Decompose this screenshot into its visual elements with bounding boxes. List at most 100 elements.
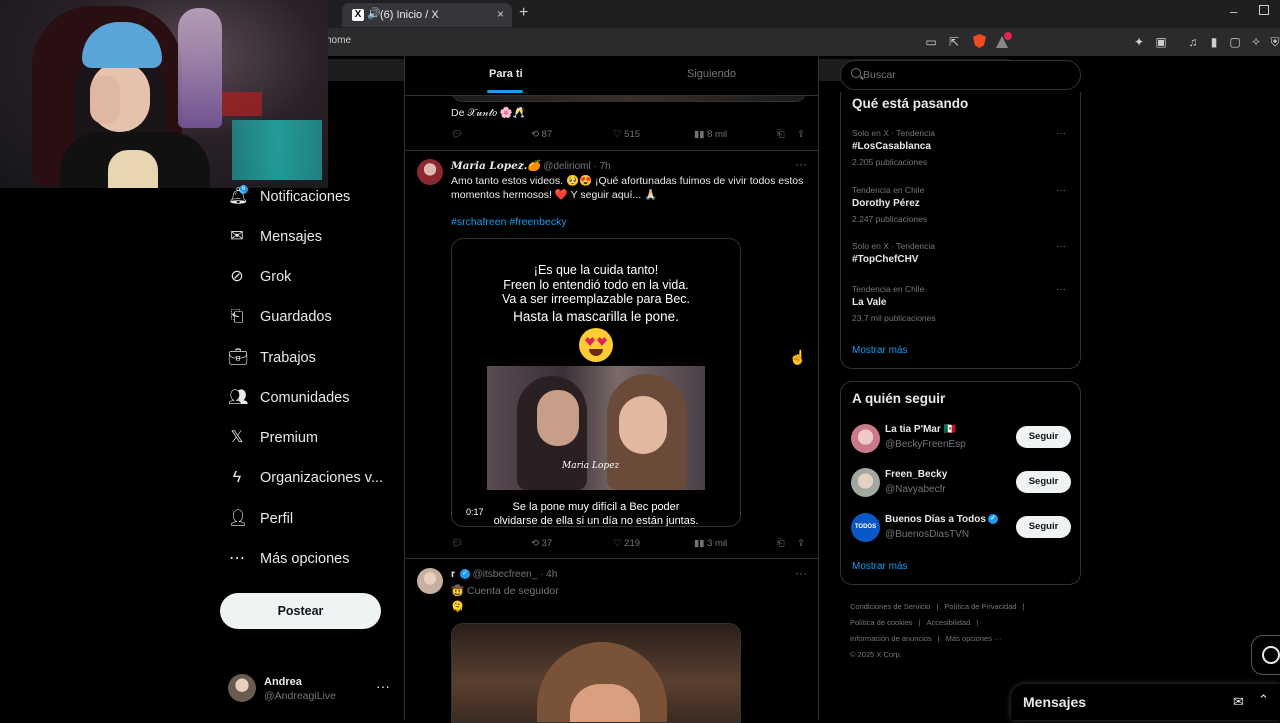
like-button[interactable]: ♡ 219 — [613, 538, 640, 549]
tab-title: (6) Inicio / X — [380, 9, 439, 21]
sidebar-item-premium[interactable]: 𝕏 Premium — [228, 424, 318, 452]
sidebar-item-grok[interactable]: ⊘ Grok — [228, 263, 291, 291]
extensions-icon[interactable]: ✦ — [1132, 35, 1146, 49]
follow-name[interactable]: La tia P'Mar 🇲🇽 — [885, 424, 956, 435]
post-more-icon[interactable]: ··· — [795, 157, 807, 171]
minimize-window-button[interactable]: – — [1230, 4, 1237, 19]
avatar[interactable] — [851, 468, 880, 497]
close-tab-icon[interactable]: × — [497, 7, 504, 21]
follow-name[interactable]: Freen_Becky — [885, 469, 947, 480]
bell-icon: 🔔︎ — [228, 188, 249, 205]
avatar[interactable]: TODOS — [851, 513, 880, 542]
footer-separator: | — [976, 618, 979, 627]
like-button[interactable]: ♡ 515 — [613, 129, 640, 140]
sidebar-item-mensajes[interactable]: ✉ Mensajes — [228, 223, 322, 251]
trend-more-icon[interactable]: ··· — [1056, 185, 1066, 196]
tab-para-ti[interactable]: Para ti — [489, 68, 523, 80]
trend-meta: Solo en X · Tendencia — [852, 241, 936, 251]
trend-name[interactable]: La Vale — [852, 297, 886, 308]
trend-meta: Tendencia en Chile — [852, 284, 925, 294]
post-image[interactable] — [451, 623, 741, 723]
speaker-icon[interactable]: 🔊 — [367, 7, 381, 20]
share-icon[interactable]: ⇪ — [797, 129, 805, 140]
screenshot-icon[interactable]: ▣ — [1154, 35, 1168, 49]
browser-tab[interactable]: X 🔊 (6) Inicio / X × — [342, 3, 512, 27]
sidebar-icon[interactable]: ▮ — [1207, 35, 1221, 49]
post-meta[interactable]: @delirioml · 7h — [543, 161, 610, 172]
post-button[interactable]: Postear — [220, 593, 381, 629]
new-tab-button[interactable]: + — [519, 4, 528, 22]
sidebar-item-comunidades[interactable]: 👥︎ Comunidades — [228, 384, 349, 412]
music-icon[interactable]: ♫ — [1186, 35, 1200, 49]
repost-button[interactable]: ⟲ 37 — [531, 538, 552, 549]
views-count: 3 mil — [707, 538, 728, 549]
vpn-icon[interactable]: ⛨ — [1268, 35, 1280, 49]
sidebar-item-label: Perfil — [260, 511, 294, 527]
messages-drawer[interactable]: Mensajes ✉ ⌃ — [1011, 684, 1280, 720]
footer-link[interactable]: Más opciones ··· — [946, 634, 1002, 643]
share-icon[interactable]: ⇪ — [797, 538, 805, 549]
post-meta[interactable]: @itsbecfreen_ · 4h — [473, 569, 558, 580]
follow-name[interactable]: Buenos Días a Todos ✓ — [885, 514, 998, 525]
avatar[interactable] — [417, 159, 443, 185]
sidebar-item-trabajos[interactable]: 💼︎ Trabajos — [228, 344, 316, 372]
footer-link[interactable]: Política de cookies — [850, 618, 913, 627]
follow-show-more-link[interactable]: Mostrar más — [852, 561, 908, 572]
post-author[interactable]: r — [451, 568, 455, 580]
sidebar-item-organizaciones[interactable]: ϟ Organizaciones v... — [228, 464, 383, 492]
reply-icon[interactable]: 💬︎ — [451, 538, 463, 549]
reply-icon[interactable]: 💬︎ — [451, 129, 463, 140]
figure-poster — [178, 8, 222, 128]
video-text-line: Va a ser irreemplazable para Bec. — [501, 292, 691, 306]
trend-meta: Solo en X · Tendencia — [852, 128, 936, 138]
subscriber-label: 🤠 Cuenta de seguidor — [451, 585, 559, 597]
follow-button[interactable]: Seguir — [1016, 426, 1071, 448]
views-button[interactable]: ▮▮ 8 mil — [694, 129, 727, 140]
trend-name[interactable]: #TopChefCHV — [852, 254, 918, 265]
trend-count: 2.205 publicaciones — [852, 157, 928, 167]
trend-more-icon[interactable]: ··· — [1056, 284, 1066, 295]
sidebar-item-notificaciones[interactable]: 🔔︎ Notificaciones — [228, 183, 350, 211]
cast-icon[interactable]: ▭ — [924, 35, 938, 49]
sidebar-item-mas-opciones[interactable]: ⋯ Más opciones — [228, 545, 349, 573]
follow-button[interactable]: Seguir — [1016, 471, 1071, 493]
tab-siguiendo[interactable]: Siguiendo — [687, 68, 736, 80]
new-message-icon[interactable]: ✉ — [1233, 694, 1244, 710]
footer-link[interactable]: Accesibilidad — [927, 618, 971, 627]
previous-post-text: De 𝒳𝓊𝓃𝓉𝑜 🌸🥂 — [451, 107, 526, 119]
post-author[interactable]: 𝑴𝒂𝒓𝒊𝒂 𝑳𝒐𝒑𝒆𝒛.🍊 — [451, 160, 541, 172]
trend-meta: Tendencia en Chile — [852, 185, 925, 195]
bookmark-icon[interactable]: ⎗ — [777, 129, 785, 140]
search-input[interactable]: Buscar — [840, 60, 1081, 90]
leo-icon[interactable]: ✧ — [1249, 35, 1263, 49]
footer-link[interactable]: Condiciones de Servicio — [850, 602, 930, 611]
follow-button[interactable]: Seguir — [1016, 516, 1071, 538]
footer-link[interactable]: Información de anuncios — [850, 634, 932, 643]
sidebar-item-guardados[interactable]: ⎗ Guardados — [228, 303, 332, 331]
post-video[interactable]: ¡Es que la cuida tanto! Freen lo entendi… — [451, 238, 741, 527]
share-icon[interactable]: ⇱ — [947, 35, 961, 49]
footer-separator: | — [937, 634, 940, 643]
avatar[interactable] — [851, 424, 880, 453]
expand-icon[interactable]: ⌃ — [1258, 692, 1269, 708]
account-switcher[interactable]: Andrea @AndreagiLive ··· — [228, 672, 398, 708]
footer-link[interactable]: Política de Privacidad — [944, 602, 1016, 611]
grok-floating-button[interactable] — [1251, 635, 1280, 675]
trend-more-icon[interactable]: ··· — [1056, 241, 1066, 252]
mail-icon: ✉ — [230, 228, 244, 245]
grok-icon — [1262, 646, 1280, 664]
bookmark-icon[interactable]: ⎗ — [777, 538, 785, 549]
sidebar-item-perfil[interactable]: 👤︎ Perfil — [228, 505, 293, 533]
repost-button[interactable]: ⟲ 87 — [531, 129, 552, 140]
views-button[interactable]: ▮▮ 3 mil — [694, 538, 727, 549]
trend-name[interactable]: Dorothy Pérez — [852, 198, 920, 209]
wallet-icon[interactable]: ▢ — [1228, 35, 1242, 49]
maximize-window-button[interactable] — [1259, 5, 1269, 15]
post-hashtags[interactable]: #srchafreen #freenbecky — [451, 216, 567, 228]
post-more-icon[interactable]: ··· — [795, 566, 807, 580]
trend-name[interactable]: #LosCasablanca — [852, 141, 931, 152]
trend-more-icon[interactable]: ··· — [1056, 128, 1066, 139]
avatar[interactable] — [417, 568, 443, 594]
trends-show-more-link[interactable]: Mostrar más — [852, 345, 908, 356]
more-icon[interactable]: ··· — [376, 678, 390, 694]
